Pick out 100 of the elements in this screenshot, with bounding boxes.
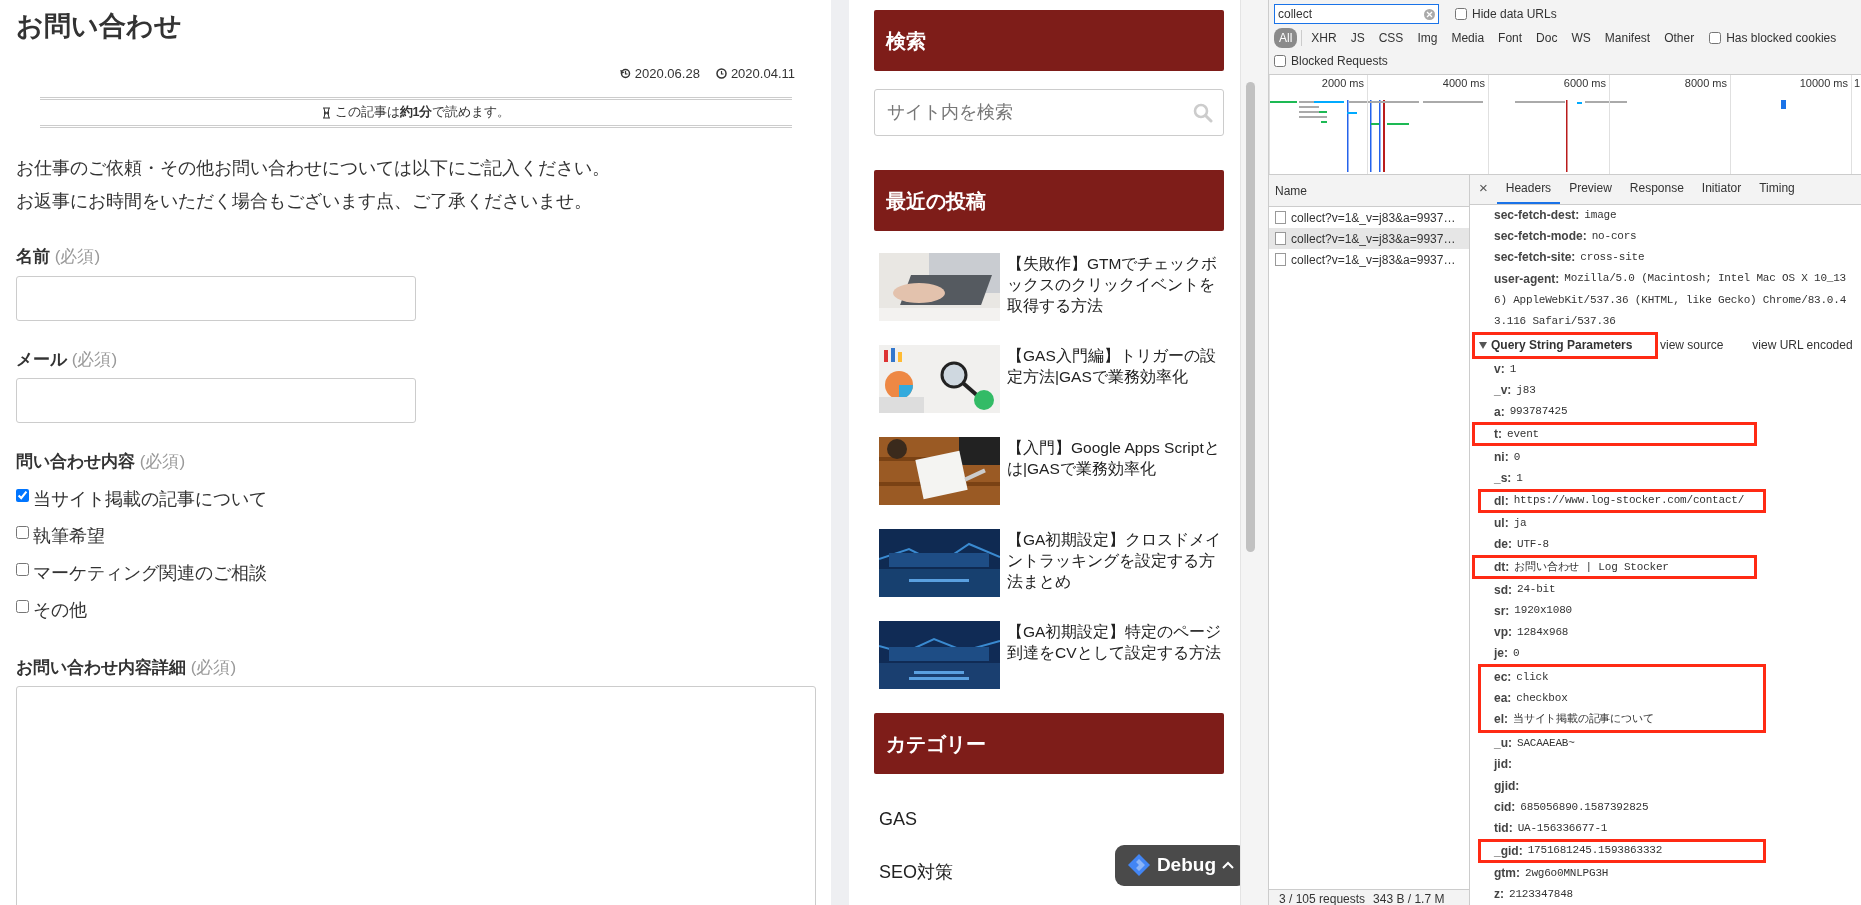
checkbox[interactable] [1709, 32, 1722, 44]
header-value: no-cors [1591, 229, 1637, 245]
section-heading: 検索 [874, 10, 1224, 71]
post-link[interactable]: 【GA初期設定】クロスドメイントラッキングを設定する方法まとめ [1007, 529, 1224, 599]
param-value: 2123347848 [1509, 887, 1573, 903]
request-row[interactable]: collect?v=1&_v=j83&a=9937… [1269, 249, 1469, 270]
param-name: tid: [1494, 820, 1513, 838]
timeline-tick: 4000 ms [1442, 77, 1485, 89]
param-value: UTF-8 [1517, 537, 1549, 553]
tab[interactable]: Preview [1560, 175, 1621, 204]
post-link[interactable]: 【GAS入門編】トリガーの設定方法|GASで業務効率化 [1007, 345, 1224, 415]
reading-time-text: この記事は約1分で読めます。 [334, 104, 511, 122]
column-header[interactable]: Name [1269, 175, 1469, 207]
filter-tab[interactable]: WS [1566, 28, 1596, 48]
checkbox[interactable] [16, 562, 29, 576]
required-note: (必須) [71, 349, 118, 369]
param-name: cid: [1494, 798, 1516, 816]
param-value: 当サイト掲載の記事について [1513, 711, 1654, 727]
filter-tab[interactable]: JS [1345, 28, 1370, 48]
filter-tab[interactable]: Manifest [1599, 28, 1656, 48]
checkbox-label: 当サイト掲載の記事について [33, 487, 267, 511]
param-value: j83 [1516, 383, 1536, 399]
checkbox[interactable] [16, 599, 29, 613]
param-name: v: [1494, 361, 1505, 379]
post-link[interactable]: 【入門】Google Apps Scriptとは|GASで業務効率化 [1007, 437, 1224, 507]
param-name: t: [1494, 426, 1502, 444]
view-url-encoded-link[interactable]: view URL encoded [1752, 336, 1853, 355]
param-value: ja [1513, 515, 1527, 531]
checkbox[interactable] [16, 488, 29, 502]
param-name: je: [1494, 645, 1508, 663]
timeline-tick: 2000 ms [1321, 77, 1364, 89]
checkbox-label: マーケティング関連のご相談 [33, 561, 267, 585]
section-heading: カテゴリー [874, 713, 1224, 774]
request-row[interactable]: collect?v=1&_v=j83&a=9937… [1269, 228, 1469, 249]
timeline-tick: 1 [1854, 77, 1861, 89]
view-source-link[interactable]: view source [1660, 336, 1724, 355]
tab[interactable]: Initiator [1692, 175, 1751, 204]
request-row[interactable]: collect?v=1&_v=j83&a=9937… [1269, 207, 1469, 228]
header-value: image [1584, 207, 1617, 223]
filter-tab[interactable]: Doc [1531, 28, 1563, 48]
required-note: (必須) [190, 657, 237, 677]
tab[interactable]: Timing [1750, 175, 1804, 204]
text-input[interactable] [16, 275, 416, 321]
section-toggle[interactable]: Query String Parameters [1472, 331, 1658, 359]
post-link[interactable]: 【GA初期設定】特定のページ到達をCVとして設定する方法 [1007, 621, 1224, 691]
status-text: 343 B / 1.7 M [1373, 891, 1445, 905]
param-value: https://www.log-stocker.com/contact/ [1513, 493, 1745, 509]
checkbox-label: Hide data URLs [1472, 6, 1557, 23]
filter-tab[interactable]: Other [1659, 28, 1700, 48]
intro-text: お仕事のご依頼・その他お問い合わせについては以下にご記入ください。 [16, 157, 611, 181]
checkbox[interactable] [16, 525, 29, 539]
header-name: sec-fetch-dest: [1494, 207, 1580, 225]
param-value: event [1507, 426, 1539, 442]
field-label: 問い合わせ内容 [16, 452, 135, 472]
param-name: ec: [1494, 669, 1512, 687]
param-value: UA-156336677-1 [1517, 820, 1608, 836]
updated-date: 2020.06.28 [634, 64, 700, 83]
search-field[interactable]: サイト内を検索 [874, 89, 1224, 136]
param-name: _v: [1494, 382, 1512, 400]
scrollbar-thumb[interactable] [1246, 82, 1255, 552]
clear-icon [1424, 8, 1435, 20]
header-value: 3.116 Safari/537.36 [1494, 313, 1616, 329]
param-name: sd: [1494, 581, 1512, 599]
close-button[interactable]: × [1470, 175, 1497, 204]
param-name: ni: [1494, 448, 1509, 466]
param-value: SACAAEAB~ [1517, 736, 1575, 752]
header-name: user-agent: [1494, 270, 1560, 288]
param-name: vp: [1494, 623, 1512, 641]
tab[interactable]: Response [1620, 175, 1693, 204]
filter-field[interactable]: collect [1274, 4, 1439, 24]
tab[interactable]: Headers [1496, 175, 1561, 204]
text-input[interactable] [16, 378, 416, 424]
post-link[interactable]: 【失敗作】GTMでチェックボックスのクリックイベントを取得する方法 [1007, 253, 1224, 323]
timeline-tick: 8000 ms [1684, 77, 1727, 89]
hourglass-icon [321, 106, 331, 119]
checkbox[interactable] [1455, 8, 1467, 20]
param-name: a: [1494, 403, 1505, 421]
param-value: click [1516, 669, 1549, 685]
param-value: 1 [1516, 470, 1523, 486]
triangle-icon [1479, 341, 1487, 349]
debug-button[interactable]: Debug [1114, 845, 1240, 886]
filter-tab[interactable]: CSS [1373, 28, 1409, 48]
filter-tab[interactable]: Img [1412, 28, 1443, 48]
file-icon [1275, 253, 1286, 266]
filter-tab[interactable]: Media [1446, 28, 1490, 48]
field-label: お問い合わせ内容詳細 [16, 657, 186, 677]
param-name: el: [1494, 711, 1508, 729]
filter-tab[interactable]: Font [1493, 28, 1528, 48]
param-value: 685056890.1587392825 [1520, 799, 1649, 815]
param-value: 993787425 [1509, 404, 1568, 420]
header-value: Mozilla/5.0 (Macintosh; Intel Mac OS X 10_13 [1564, 271, 1846, 287]
param-value: 0 [1513, 449, 1521, 465]
category-link[interactable]: SEO対策 [874, 859, 953, 886]
header-value: 6) AppleWebKit/537.36 (KHTML, like Gecko) Chrome/83.0.4 [1494, 292, 1847, 308]
param-name: gtm: [1494, 865, 1520, 883]
category-link[interactable]: GAS [874, 806, 917, 833]
checkbox[interactable] [1274, 55, 1286, 67]
header-name: sec-fetch-site: [1494, 249, 1576, 267]
filter-tab[interactable]: XHR [1306, 28, 1342, 48]
required-note: (必須) [139, 452, 186, 472]
